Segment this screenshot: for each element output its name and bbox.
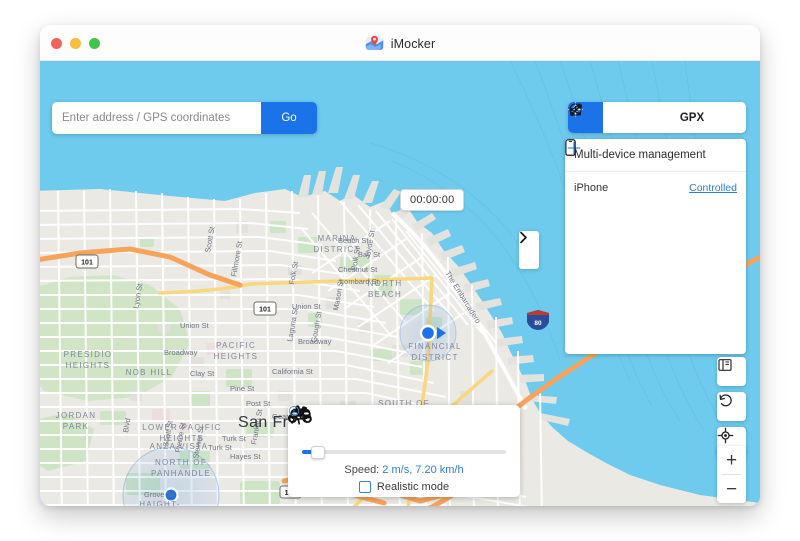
map-canvas[interactable]: 101 101 80 80 [40, 61, 760, 506]
travel-mode-row [302, 414, 506, 440]
app-brand: iMocker [40, 34, 760, 53]
go-button[interactable]: Go [261, 102, 317, 134]
svg-text:HEIGHTS: HEIGHTS [66, 361, 111, 370]
info-icon[interactable] [288, 405, 300, 417]
speed-slider[interactable] [302, 446, 506, 458]
chevron-right-icon [519, 231, 528, 244]
app-title: iMocker [391, 37, 435, 51]
zoom-in-button[interactable]: + [717, 446, 746, 474]
svg-text:BEACH: BEACH [368, 290, 402, 299]
realistic-mode-row[interactable]: Realistic mode [302, 481, 506, 493]
svg-text:Union St: Union St [180, 321, 210, 330]
svg-text:Hayes St: Hayes St [230, 452, 261, 461]
window-titlebar: iMocker [40, 25, 760, 61]
svg-text:Broadway: Broadway [164, 348, 198, 357]
svg-text:Clay St: Clay St [190, 369, 215, 378]
svg-text:DISTRICT: DISTRICT [411, 353, 458, 362]
zoom-out-button[interactable]: − [717, 475, 746, 503]
svg-text:PARK: PARK [63, 422, 89, 431]
address-search-bar[interactable]: Go [52, 102, 317, 134]
map-pin-logo-icon [365, 34, 384, 53]
device-panel-title: Multi-device management [574, 149, 737, 161]
iphone-icon [565, 139, 576, 156]
slider-thumb[interactable] [311, 446, 325, 459]
svg-text:Post St: Post St [246, 399, 271, 408]
multi-device-panel: Multi-device management iPhone Controlle… [565, 139, 746, 354]
locate-me-icon [717, 427, 734, 444]
svg-text:PRESIDIO: PRESIDIO [64, 350, 113, 359]
elapsed-timer: 00:00:00 [400, 189, 464, 211]
route-icon[interactable] [603, 102, 638, 133]
svg-text:Fell St: Fell St [148, 504, 170, 506]
device-status-link[interactable]: Controlled [689, 182, 737, 194]
map-layers-icon [717, 357, 733, 373]
svg-text:Pine St: Pine St [230, 384, 255, 393]
device-panel-header: Multi-device management [565, 139, 746, 172]
slider-track [302, 450, 506, 454]
svg-text:JORDAN: JORDAN [56, 411, 97, 420]
panel-collapse-button[interactable] [519, 231, 539, 269]
gpx-button[interactable]: GPX [673, 102, 711, 133]
svg-text:NOB HILL: NOB HILL [126, 368, 173, 377]
svg-text:FINANCIAL: FINANCIAL [408, 342, 462, 351]
reset-rotation-icon [717, 392, 734, 409]
svg-text:California St: California St [272, 367, 314, 376]
svg-text:PANHANDLE: PANHANDLE [151, 469, 211, 478]
imocker-window: iMocker [40, 25, 760, 506]
realistic-mode-label: Realistic mode [377, 481, 449, 493]
map-mode-toolbar[interactable]: GPX [568, 102, 746, 133]
svg-text:HEIGHTS: HEIGHTS [214, 352, 259, 361]
svg-text:Grove St: Grove St [144, 490, 175, 499]
svg-text:Turk St: Turk St [208, 443, 233, 452]
search-input[interactable] [52, 102, 261, 134]
app-root: iMocker [0, 0, 800, 541]
map-layers-button[interactable] [717, 357, 746, 386]
speed-readout: Speed: 2 m/s, 7.20 km/h [302, 464, 506, 476]
svg-text:Turk St: Turk St [222, 434, 247, 443]
device-name: iPhone [574, 182, 681, 194]
device-list-item[interactable]: iPhone Controlled [565, 172, 746, 204]
zoom-controls[interactable]: + − [717, 446, 746, 503]
speed-value: 2 m/s, 7.20 km/h [382, 464, 463, 476]
svg-text:Lombard St: Lombard St [340, 277, 380, 286]
svg-text:101: 101 [259, 307, 271, 314]
svg-text:101: 101 [81, 260, 93, 267]
clock-icon[interactable] [711, 102, 746, 133]
reset-rotation-button[interactable] [717, 392, 746, 421]
svg-text:80: 80 [534, 320, 542, 327]
speed-label: Speed: [344, 464, 382, 476]
svg-text:PACIFIC: PACIFIC [216, 341, 256, 350]
speed-control-panel: Speed: 2 m/s, 7.20 km/h Realistic mode [288, 405, 520, 497]
realistic-mode-checkbox[interactable] [359, 481, 371, 493]
share-icon[interactable] [638, 102, 673, 133]
